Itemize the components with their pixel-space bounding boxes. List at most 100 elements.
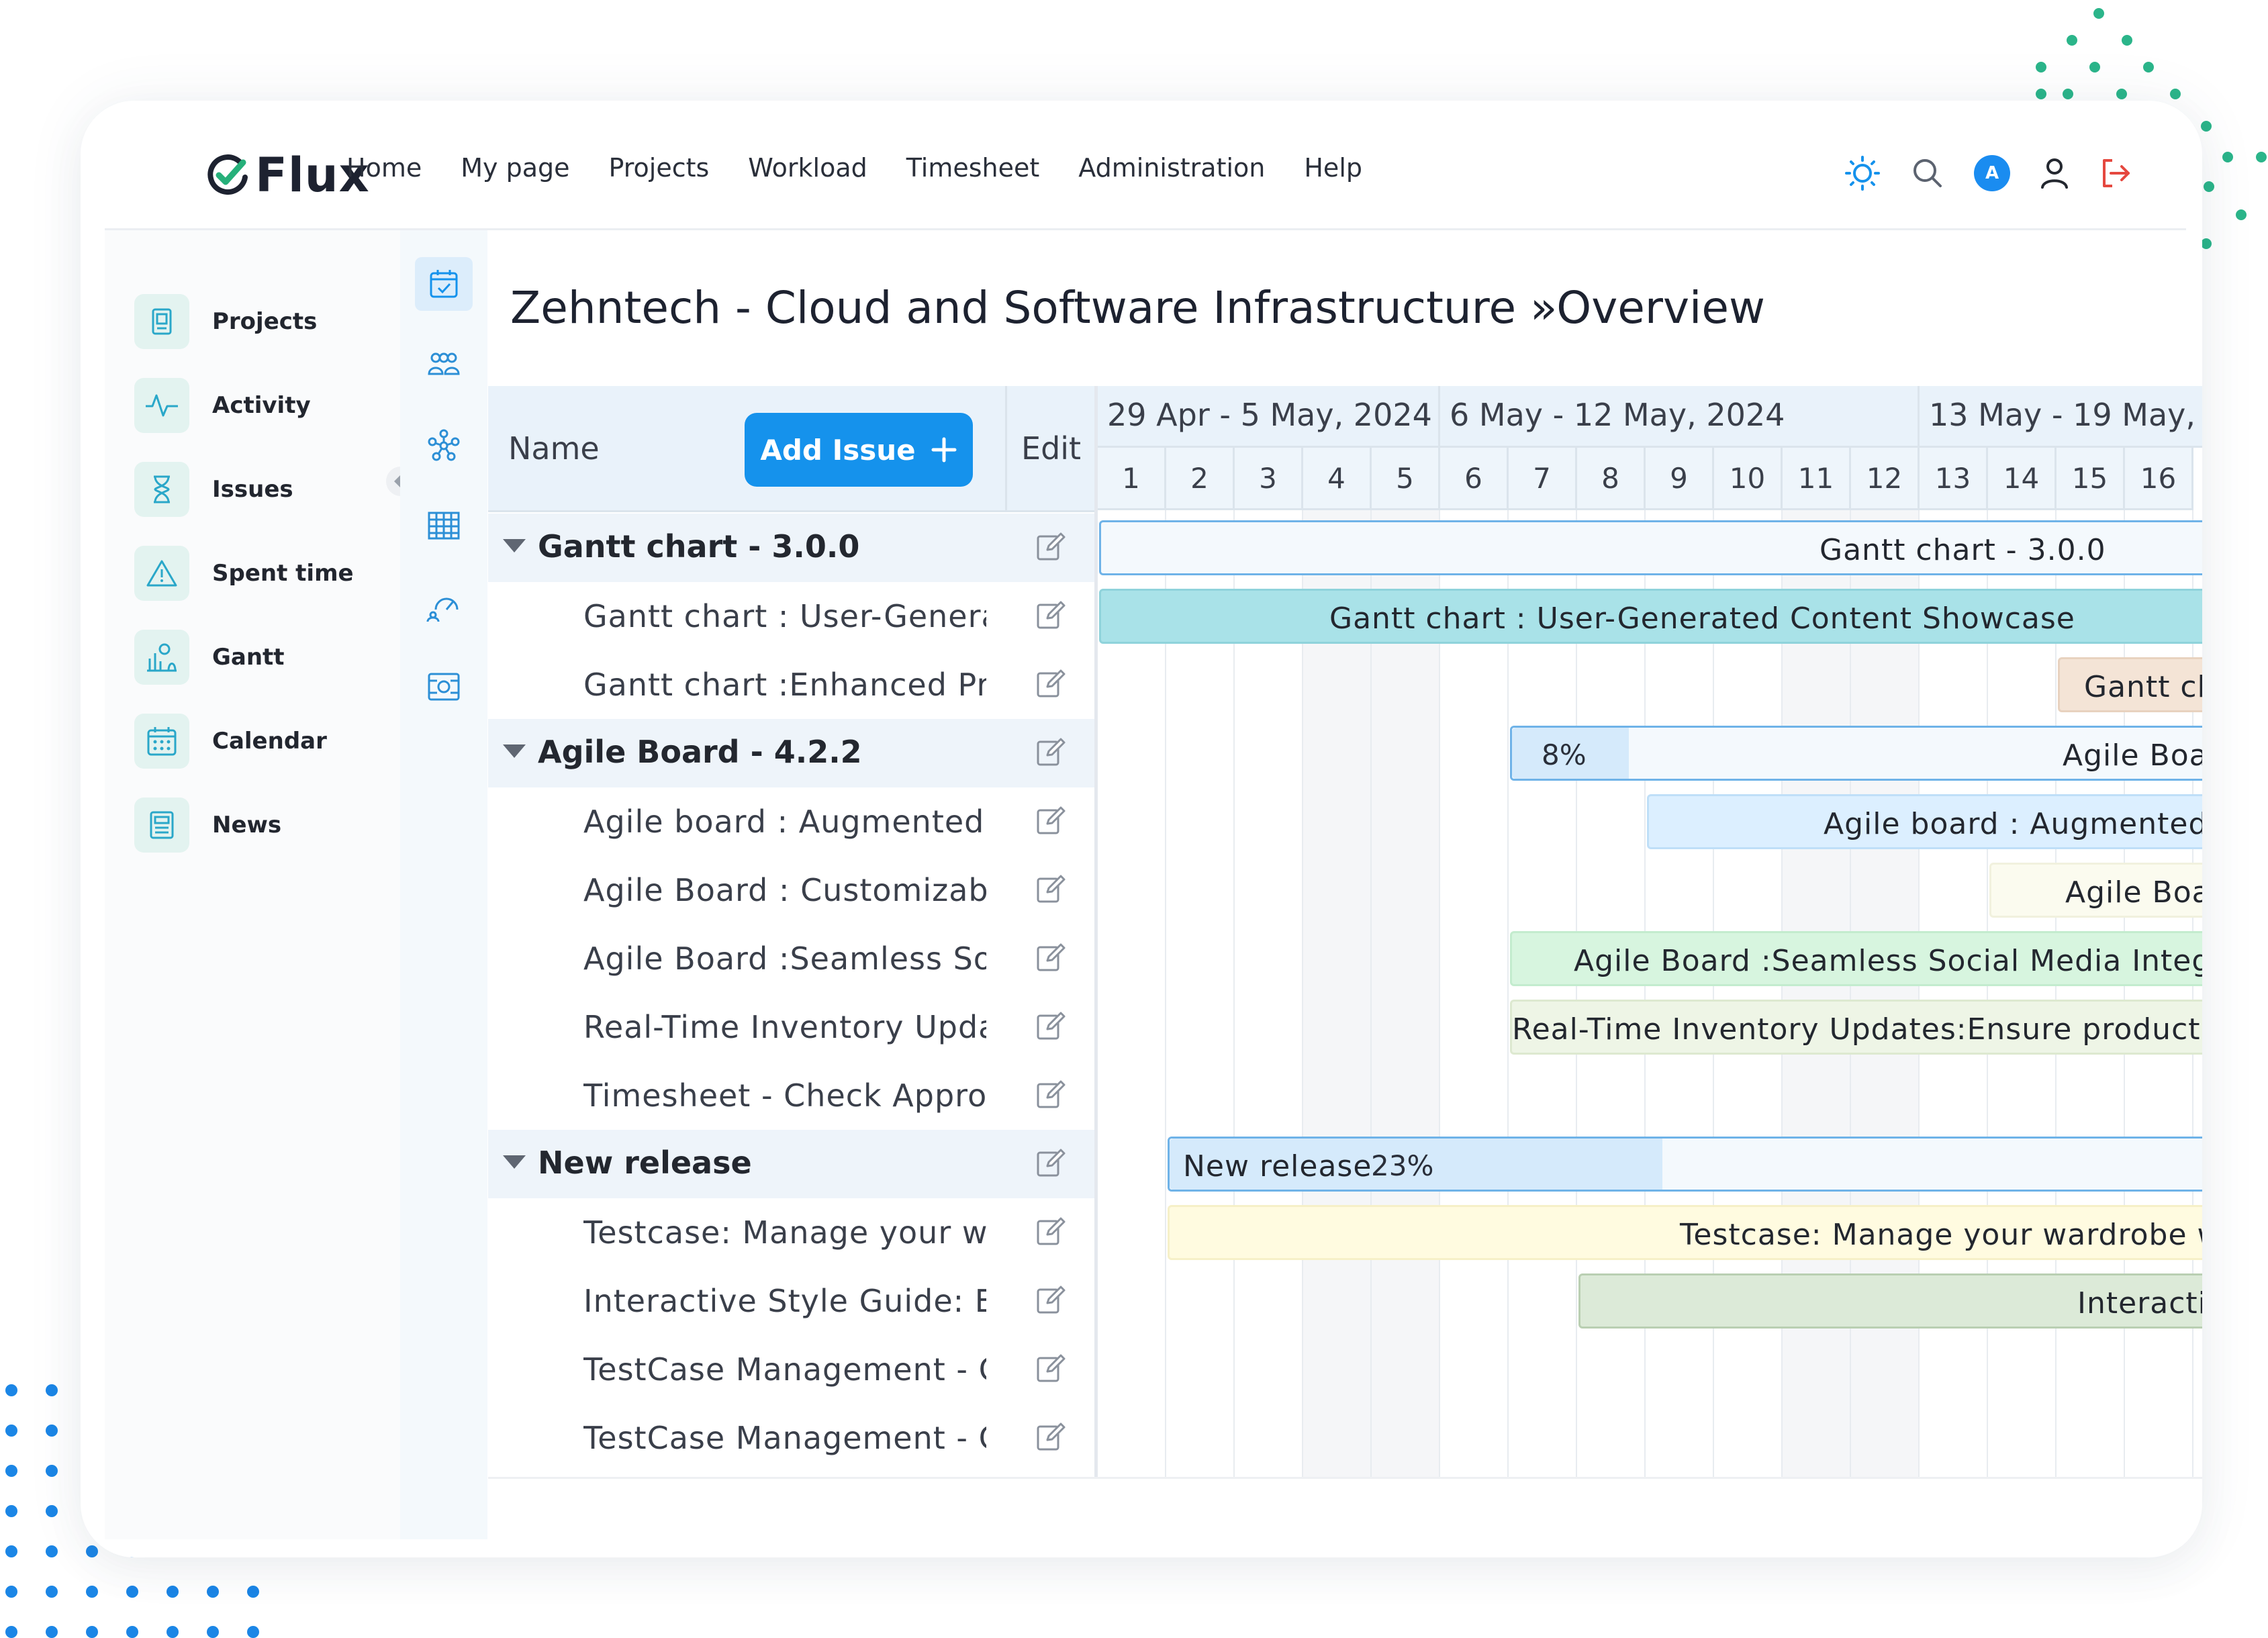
gantt-task-row[interactable]: Real-Time Inventory Updates:Ensure produ… <box>488 993 1094 1061</box>
gantt-bar[interactable]: Gantt chart :Enhanced Product Search <box>2058 657 2202 712</box>
network-icon[interactable] <box>415 418 473 472</box>
edit-icon[interactable] <box>1035 1216 1066 1249</box>
task-name[interactable]: Interactive Style Guide: Enhance fashion… <box>583 1283 986 1319</box>
gantt-bar[interactable]: Interactive Style Guide: Enhance fashion… <box>1578 1273 2202 1329</box>
edit-icon[interactable] <box>1035 1353 1066 1386</box>
day-header: 16 <box>2125 448 2193 510</box>
gantt-task-row[interactable]: Gantt chart : User-Generated Content Sho… <box>488 582 1094 651</box>
gantt-bar[interactable]: Testcase: Manage your wardrobe with ease <box>1168 1205 2202 1260</box>
gantt-task-row[interactable]: Timesheet - Check Approval <box>488 1061 1094 1130</box>
gauge-icon[interactable] <box>415 579 473 633</box>
task-name[interactable]: Agile Board :Seamless Social Media Integ… <box>583 941 986 977</box>
edit-icon[interactable] <box>1035 1421 1066 1455</box>
edit-icon[interactable] <box>1035 942 1066 975</box>
sidebar-item-calendar[interactable]: Calendar <box>134 714 327 769</box>
task-name[interactable]: Gantt chart : User-Generated Content Sho… <box>583 598 986 634</box>
decor-dot <box>167 1626 179 1638</box>
nav-home[interactable]: Home <box>346 153 422 183</box>
gantt-group-row[interactable]: Agile Board - 4.2.2 <box>488 719 1094 787</box>
gantt-group-row[interactable]: New release <box>488 1130 1094 1198</box>
edit-icon[interactable] <box>1035 873 1066 907</box>
sidebar-item-activity[interactable]: Activity <box>134 378 311 433</box>
nav-administration[interactable]: Administration <box>1078 153 1265 183</box>
edit-icon[interactable] <box>1035 805 1066 838</box>
nav-projects[interactable]: Projects <box>608 153 709 183</box>
bar-label: New release <box>1183 1149 1372 1184</box>
sidebar-item-issues[interactable]: Issues <box>134 462 293 517</box>
task-name[interactable]: TestCase Management - Create Test Runs <box>583 1420 986 1456</box>
group-name[interactable]: Gantt chart - 3.0.0 <box>538 528 859 565</box>
column-edit: Edit <box>1021 430 1082 467</box>
user-icon[interactable] <box>2040 156 2069 190</box>
gantt-bar[interactable]: 23% New release <box>1168 1137 2202 1192</box>
gantt-group-row[interactable]: Gantt chart - 3.0.0 <box>488 514 1094 582</box>
task-name[interactable]: Agile board : Augmented Reality Try-On <box>583 804 986 840</box>
board-icon[interactable] <box>415 660 473 714</box>
task-name[interactable]: Real-Time Inventory Updates:Ensure produ… <box>583 1009 986 1045</box>
avatar[interactable]: A <box>1974 155 2010 191</box>
bar-label: Agile board : Augmented Reality Try-On <box>1824 807 2202 841</box>
gantt-task-row[interactable]: Gantt chart :Enhanced Product Search <box>488 651 1094 719</box>
nav-workload[interactable]: Workload <box>748 153 867 183</box>
logo[interactable]: Flux <box>205 148 370 203</box>
day-header: 5 <box>1372 448 1440 510</box>
warning-icon <box>134 546 189 601</box>
edit-icon[interactable] <box>1035 599 1066 633</box>
edit-icon[interactable] <box>1035 736 1066 770</box>
decor-dot <box>2067 35 2077 46</box>
sidebar-item-spent-time[interactable]: Spent time <box>134 546 354 601</box>
day-header: 4 <box>1303 448 1372 510</box>
group-name[interactable]: Agile Board - 4.2.2 <box>538 734 862 770</box>
calendar-icon <box>134 714 189 769</box>
group-name[interactable]: New release <box>538 1145 752 1181</box>
gantt-bar[interactable]: Agile Board :Seamless Social Media Integ… <box>1510 931 2202 986</box>
gantt-task-row[interactable]: Agile Board : Customizable Dashboards <box>488 856 1094 924</box>
gantt-task-row[interactable]: Agile Board :Seamless Social Media Integ… <box>488 924 1094 993</box>
edit-icon[interactable] <box>1035 1010 1066 1044</box>
gantt-task-row[interactable]: Agile board : Augmented Reality Try-On <box>488 787 1094 856</box>
nav-my-page[interactable]: My page <box>461 153 569 183</box>
gantt-bar[interactable]: Agile board : Augmented Reality Try-On <box>1647 794 2202 849</box>
team-icon[interactable] <box>415 338 473 391</box>
task-name[interactable]: Gantt chart :Enhanced Product Search <box>583 667 986 703</box>
table-grid-icon[interactable] <box>415 499 473 552</box>
edit-icon[interactable] <box>1035 1147 1066 1181</box>
gantt-bar[interactable]: Gantt chart : User-Generated Content Sho… <box>1099 589 2202 644</box>
sidebar-item-projects[interactable]: Projects <box>134 294 317 349</box>
sidebar-item-news[interactable]: News <box>134 798 281 853</box>
gantt-bar[interactable]: Real-Time Inventory Updates:Ensure produ… <box>1510 1000 2202 1055</box>
edit-icon[interactable] <box>1035 531 1066 565</box>
edit-icon[interactable] <box>1035 1079 1066 1112</box>
gantt-bar[interactable]: Agile Board : Customizable Dashboards <box>1989 863 2202 918</box>
footer <box>488 1477 2202 1546</box>
add-issue-button[interactable]: Add Issue <box>745 413 973 487</box>
gantt-bar[interactable]: Gantt chart - 3.0.0 <box>1099 520 2202 575</box>
task-name[interactable]: Timesheet - Check Approval <box>583 1077 986 1114</box>
task-name[interactable]: TestCase Management - Create Test Cases <box>583 1351 986 1388</box>
gantt-task-row[interactable]: TestCase Management - Create Test Cases <box>488 1335 1094 1404</box>
calendar-check-icon[interactable] <box>415 257 473 311</box>
logout-icon[interactable] <box>2099 156 2132 190</box>
bar-label: Gantt chart - 3.0.0 <box>1820 533 2106 567</box>
sun-icon[interactable] <box>1844 154 1881 192</box>
gantt-bar[interactable]: 8% Agile Board - 4.2.2 <box>1510 726 2202 781</box>
gantt-task-row[interactable]: TestCase Management - Create Test Runs <box>488 1404 1094 1472</box>
search-icon[interactable] <box>1911 156 1944 190</box>
week-header: 29 Apr - 5 May, 2024 <box>1098 386 1440 448</box>
bar-label: Gantt chart :Enhanced Product Search <box>2084 670 2202 704</box>
gantt-icon <box>134 630 189 685</box>
caret-down-icon[interactable] <box>503 1155 526 1169</box>
gantt-task-row[interactable]: Interactive Style Guide: Enhance fashion… <box>488 1267 1094 1335</box>
nav-timesheet[interactable]: Timesheet <box>906 153 1040 183</box>
caret-down-icon[interactable] <box>503 539 526 552</box>
gantt-task-row[interactable]: Testcase: Manage your wardrobe with ease <box>488 1198 1094 1267</box>
nav-help[interactable]: Help <box>1304 153 1362 183</box>
day-column <box>1851 510 1920 1477</box>
gantt-issue-list: Name Add Issue Edit Gantt chart - 3.0.0 G… <box>488 386 1094 1477</box>
edit-icon[interactable] <box>1035 668 1066 702</box>
task-name[interactable]: Agile Board : Customizable Dashboards <box>583 872 986 908</box>
edit-icon[interactable] <box>1035 1284 1066 1318</box>
sidebar-item-gantt[interactable]: Gantt <box>134 630 285 685</box>
task-name[interactable]: Testcase: Manage your wardrobe with ease <box>583 1214 986 1251</box>
caret-down-icon[interactable] <box>503 744 526 758</box>
